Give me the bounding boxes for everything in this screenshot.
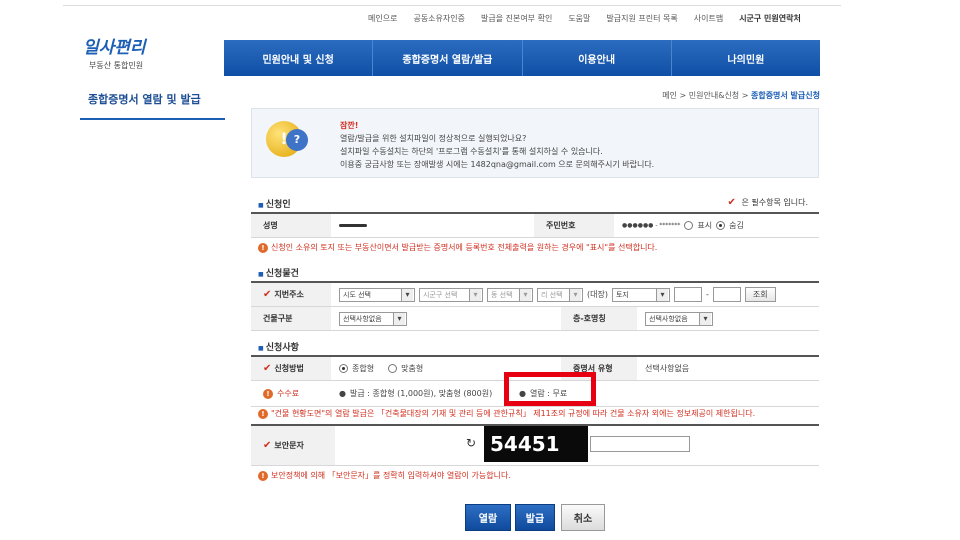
- main-nav: 민원안내 및 신청 종합증명서 열람/발급 이용안내 나의민원: [224, 40, 820, 76]
- bunji-sub-input[interactable]: [712, 287, 741, 302]
- fee-issue-text: 발급 : 종합형 (1,000원), 맞춤형 (800원): [349, 389, 493, 398]
- sido-select[interactable]: 시도 선택: [339, 287, 415, 302]
- rrn-label: 주민번호: [534, 214, 614, 237]
- section-heading-request: 신청사항: [258, 340, 299, 353]
- install-notice: ! ? 잠깐! 열람/발급을 위한 설치파일이 정상적으로 실행되었나요? 설치…: [251, 108, 819, 178]
- info-icon: !: [258, 409, 268, 419]
- rrn-show-radio[interactable]: [684, 221, 694, 230]
- info-icon: !: [263, 388, 273, 399]
- captcha-image: 54451: [484, 426, 588, 462]
- security-warning: ! 보안정책에 의해 「보안문자」를 정확히 입력하셔야 열람이 가능합니다.: [258, 470, 511, 481]
- masked-name: [339, 224, 367, 227]
- section-heading-property: 신청물건: [258, 266, 299, 279]
- cert-type-value: 선택사항없음: [645, 364, 690, 373]
- security-warning-text: 보안정책에 의해 「보안문자」를 정확히 입력하셔야 열람이 가능합니다.: [271, 471, 511, 480]
- sigungu-select[interactable]: 시군구 선택: [419, 287, 483, 302]
- issue-button[interactable]: 발급: [515, 504, 555, 531]
- notice-line: 설치파일 수동설치는 하단의 '프로그램 수동설치'를 통해 설치하실 수 있습…: [340, 147, 603, 156]
- check-icon: ✔: [263, 289, 272, 300]
- fee-label: 수수료: [277, 389, 300, 398]
- question-icon: ?: [286, 129, 308, 151]
- notice-line: 열람/발급을 위한 설치파일이 정상적으로 실행되었나요?: [340, 134, 527, 143]
- applicant-warning: ! 신청인 소유의 토지 또는 부동산이면서 발급받는 증명서에 등록번호 전체출…: [258, 242, 657, 253]
- top-utility-nav: 메인으로 공동소유자인증 발급을 진본여부 확인 도움말 발급지원 프린터 목록…: [360, 13, 832, 24]
- name-label: 성명: [251, 214, 331, 237]
- top-nav-main[interactable]: 메인으로: [360, 13, 405, 24]
- rrn-show-label: 표시: [697, 221, 713, 230]
- method-custom-label: 맞춤형: [401, 364, 424, 373]
- breadcrumb-sep: >: [739, 91, 751, 100]
- highlight-box: [504, 372, 596, 406]
- lookup-button[interactable]: 조회: [744, 287, 776, 302]
- captcha-input[interactable]: [590, 436, 690, 452]
- dong-select[interactable]: 동 선택: [487, 287, 533, 302]
- section-heading-applicant: 신청인: [258, 197, 291, 210]
- method-custom-radio[interactable]: [388, 364, 398, 373]
- property-table: ✔지번주소 시도 선택 시군구 선택 동 선택 리 선택 (대장) 토지 - 조…: [251, 281, 819, 331]
- cancel-button[interactable]: 취소: [561, 504, 605, 531]
- info-icon: !: [258, 471, 268, 481]
- bunji-dash: -: [705, 290, 709, 299]
- check-icon: ✔: [263, 363, 272, 374]
- daejang-label: (대장): [587, 290, 608, 299]
- land-type-select[interactable]: 토지: [611, 287, 670, 302]
- building-select[interactable]: 선택사항없음: [339, 311, 407, 326]
- left-menu-title: 종합증명서 열람 및 발급: [80, 90, 225, 120]
- top-nav-help[interactable]: 도움말: [560, 13, 598, 24]
- top-nav-co-owner-auth[interactable]: 공동소유자인증: [405, 13, 473, 24]
- site-logo[interactable]: 일사편리 부동산 통합민원: [83, 33, 183, 71]
- request-warning-text: "건물 현황도면"의 열람 발급은 「건축물대장의 기재 및 관리 등에 관한규…: [271, 409, 756, 418]
- address-label: 지번주소: [274, 290, 304, 299]
- breadcrumb-home[interactable]: 메인: [662, 91, 677, 100]
- ri-select[interactable]: 리 선택: [537, 287, 583, 302]
- breadcrumb-sep: >: [676, 91, 689, 100]
- required-note: ✔ 은 필수항목 입니다.: [728, 197, 808, 208]
- refresh-icon[interactable]: ↻: [466, 436, 476, 450]
- main-nav-guide[interactable]: 이용안내: [523, 40, 672, 76]
- main-nav-apply[interactable]: 민원안내 및 신청: [224, 40, 374, 76]
- logo-subtitle: 부동산 통합민원: [89, 61, 144, 70]
- breadcrumb-mid[interactable]: 민원안내&신청: [689, 91, 739, 100]
- applicant-table: 성명 주민번호 ●●●●●● - ******* 표시 숨김: [251, 212, 819, 238]
- method-general-radio[interactable]: [339, 364, 348, 373]
- breadcrumb: 메인 > 민원안내&신청 > 종합증명서 발급신청: [662, 90, 820, 101]
- check-icon: ✔: [727, 197, 736, 208]
- breadcrumb-current: 종합증명서 발급신청: [750, 91, 820, 100]
- rrn-value: ●●●●●● - *******: [622, 222, 681, 229]
- notice-line: 이용중 궁금사항 또는 장애발생 시에는 1482qna@gmail.com 으…: [340, 160, 655, 169]
- security-label: 보안문자: [274, 441, 304, 450]
- notice-title: 잠깐!: [340, 121, 359, 130]
- floor-select[interactable]: 선택사항없음: [645, 311, 713, 326]
- top-nav-verify[interactable]: 발급을 진본여부 확인: [473, 13, 560, 24]
- main-nav-my[interactable]: 나의민원: [672, 40, 820, 76]
- main-nav-certificate[interactable]: 종합증명서 열람/발급: [373, 40, 523, 76]
- rrn-hide-label: 숨김: [729, 221, 744, 230]
- top-nav-sitemap[interactable]: 사이트맵: [686, 13, 731, 24]
- rrn-hide-radio[interactable]: [716, 221, 726, 230]
- method-general-label: 종합형: [352, 364, 375, 373]
- method-label: 신청방법: [274, 364, 304, 373]
- top-nav-printers[interactable]: 발급지원 프린터 목록: [598, 13, 685, 24]
- info-icon: !: [258, 243, 268, 253]
- request-warning: ! "건물 현황도면"의 열람 발급은 「건축물대장의 기재 및 관리 등에 관한…: [258, 408, 755, 419]
- floor-label: 층-호명칭: [561, 307, 637, 330]
- top-nav-contact[interactable]: 시군구 민원연락처: [731, 13, 809, 24]
- view-button[interactable]: 열람: [465, 504, 511, 531]
- check-icon: ✔: [263, 440, 272, 451]
- logo-mark: 일사편리: [83, 38, 146, 58]
- building-label: 건물구분: [251, 307, 331, 330]
- applicant-warning-text: 신청인 소유의 토지 또는 부동산이면서 발급받는 증명서에 등록번호 전체출력…: [271, 243, 658, 252]
- bunji-main-input[interactable]: [673, 287, 702, 302]
- required-note-text: 은 필수항목 입니다.: [741, 198, 808, 207]
